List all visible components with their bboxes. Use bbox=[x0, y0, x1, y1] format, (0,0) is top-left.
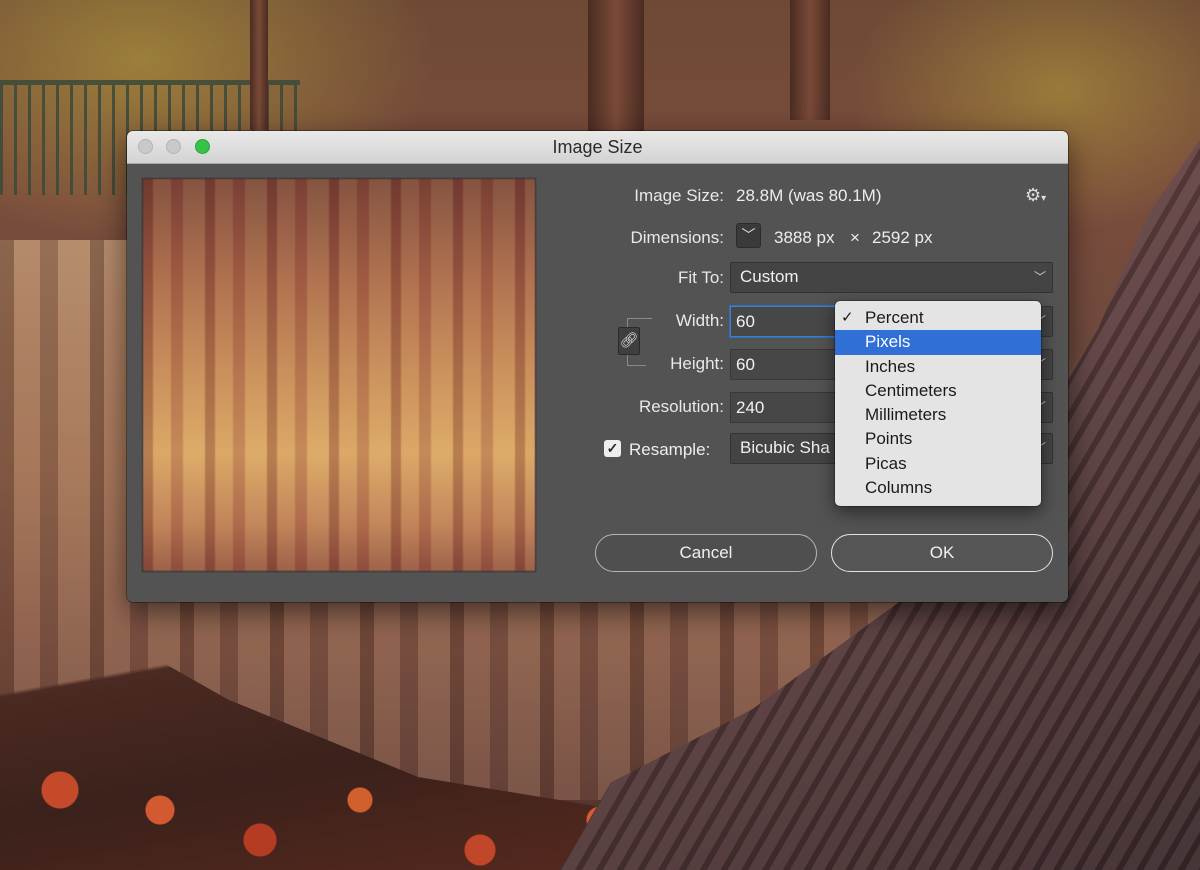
width-label: Width: bbox=[675, 311, 724, 330]
tree-trunk bbox=[588, 0, 644, 140]
image-size-value: 28.8M (was 80.1M) bbox=[736, 186, 882, 205]
width-input[interactable]: 60 bbox=[730, 306, 840, 337]
menu-item-label: Picas bbox=[865, 453, 907, 473]
unit-dropdown-menu: ✓ Percent Pixels Inches Centimeters Milli… bbox=[835, 301, 1041, 506]
title-bar[interactable]: Image Size bbox=[127, 131, 1068, 164]
dimensions-height: 2592 px bbox=[872, 228, 933, 247]
resample-value: Bicubic Sha bbox=[740, 438, 830, 457]
menu-item-label: Inches bbox=[865, 356, 916, 376]
resolution-label: Resolution: bbox=[638, 397, 724, 416]
fit-to-select[interactable]: Custom ﹀ bbox=[730, 262, 1053, 293]
menu-item-label: Columns bbox=[865, 478, 933, 498]
dimensions-width: 3888 px bbox=[774, 228, 835, 247]
fit-to-value: Custom bbox=[740, 267, 799, 286]
checkmark-icon: ✓ bbox=[606, 440, 619, 456]
menu-item-label: Points bbox=[865, 429, 913, 449]
resample-label: Resample: bbox=[629, 440, 711, 459]
tree-trunk bbox=[790, 0, 830, 120]
resample-checkbox[interactable]: ✓ bbox=[604, 440, 621, 457]
dimensions-times: × bbox=[850, 228, 860, 247]
height-label: Height: bbox=[670, 354, 724, 373]
height-input[interactable]: 60 bbox=[730, 349, 840, 380]
menu-item-label: Pixels bbox=[865, 332, 911, 352]
dialog-title: Image Size bbox=[552, 137, 643, 157]
image-size-label: Image Size: bbox=[634, 186, 724, 205]
image-preview[interactable] bbox=[142, 178, 536, 572]
menu-item-label: Centimeters bbox=[865, 380, 957, 400]
tree-trunk bbox=[250, 0, 268, 130]
resolution-input[interactable]: 240 bbox=[730, 392, 840, 423]
menu-item-points[interactable]: Points bbox=[835, 427, 1041, 451]
menu-item-percent[interactable]: ✓ Percent bbox=[835, 306, 1041, 330]
dimensions-label: Dimensions: bbox=[630, 228, 724, 247]
chevron-down-icon: ﹀ bbox=[1033, 270, 1046, 284]
menu-item-inches[interactable]: Inches bbox=[835, 355, 1041, 379]
menu-item-columns[interactable]: Columns bbox=[835, 476, 1041, 500]
chevron-down-icon[interactable]: ﹀ bbox=[736, 223, 761, 248]
menu-item-label: Percent bbox=[865, 308, 924, 327]
gear-icon[interactable]: ⚙▾ bbox=[1025, 185, 1046, 206]
cancel-button[interactable]: Cancel bbox=[595, 534, 817, 572]
menu-item-picas[interactable]: Picas bbox=[835, 452, 1041, 476]
menu-item-millimeters[interactable]: Millimeters bbox=[835, 403, 1041, 427]
fit-to-label: Fit To: bbox=[678, 268, 724, 287]
chain-link-icon[interactable]: 🔗︎ bbox=[618, 327, 640, 355]
menu-item-pixels[interactable]: Pixels bbox=[835, 330, 1041, 355]
checkmark-icon: ✓ bbox=[841, 309, 854, 326]
menu-item-centimeters[interactable]: Centimeters bbox=[835, 379, 1041, 403]
menu-item-label: Millimeters bbox=[865, 405, 947, 425]
constraint-bracket-bottom bbox=[627, 355, 646, 366]
ok-button[interactable]: OK bbox=[831, 534, 1053, 572]
